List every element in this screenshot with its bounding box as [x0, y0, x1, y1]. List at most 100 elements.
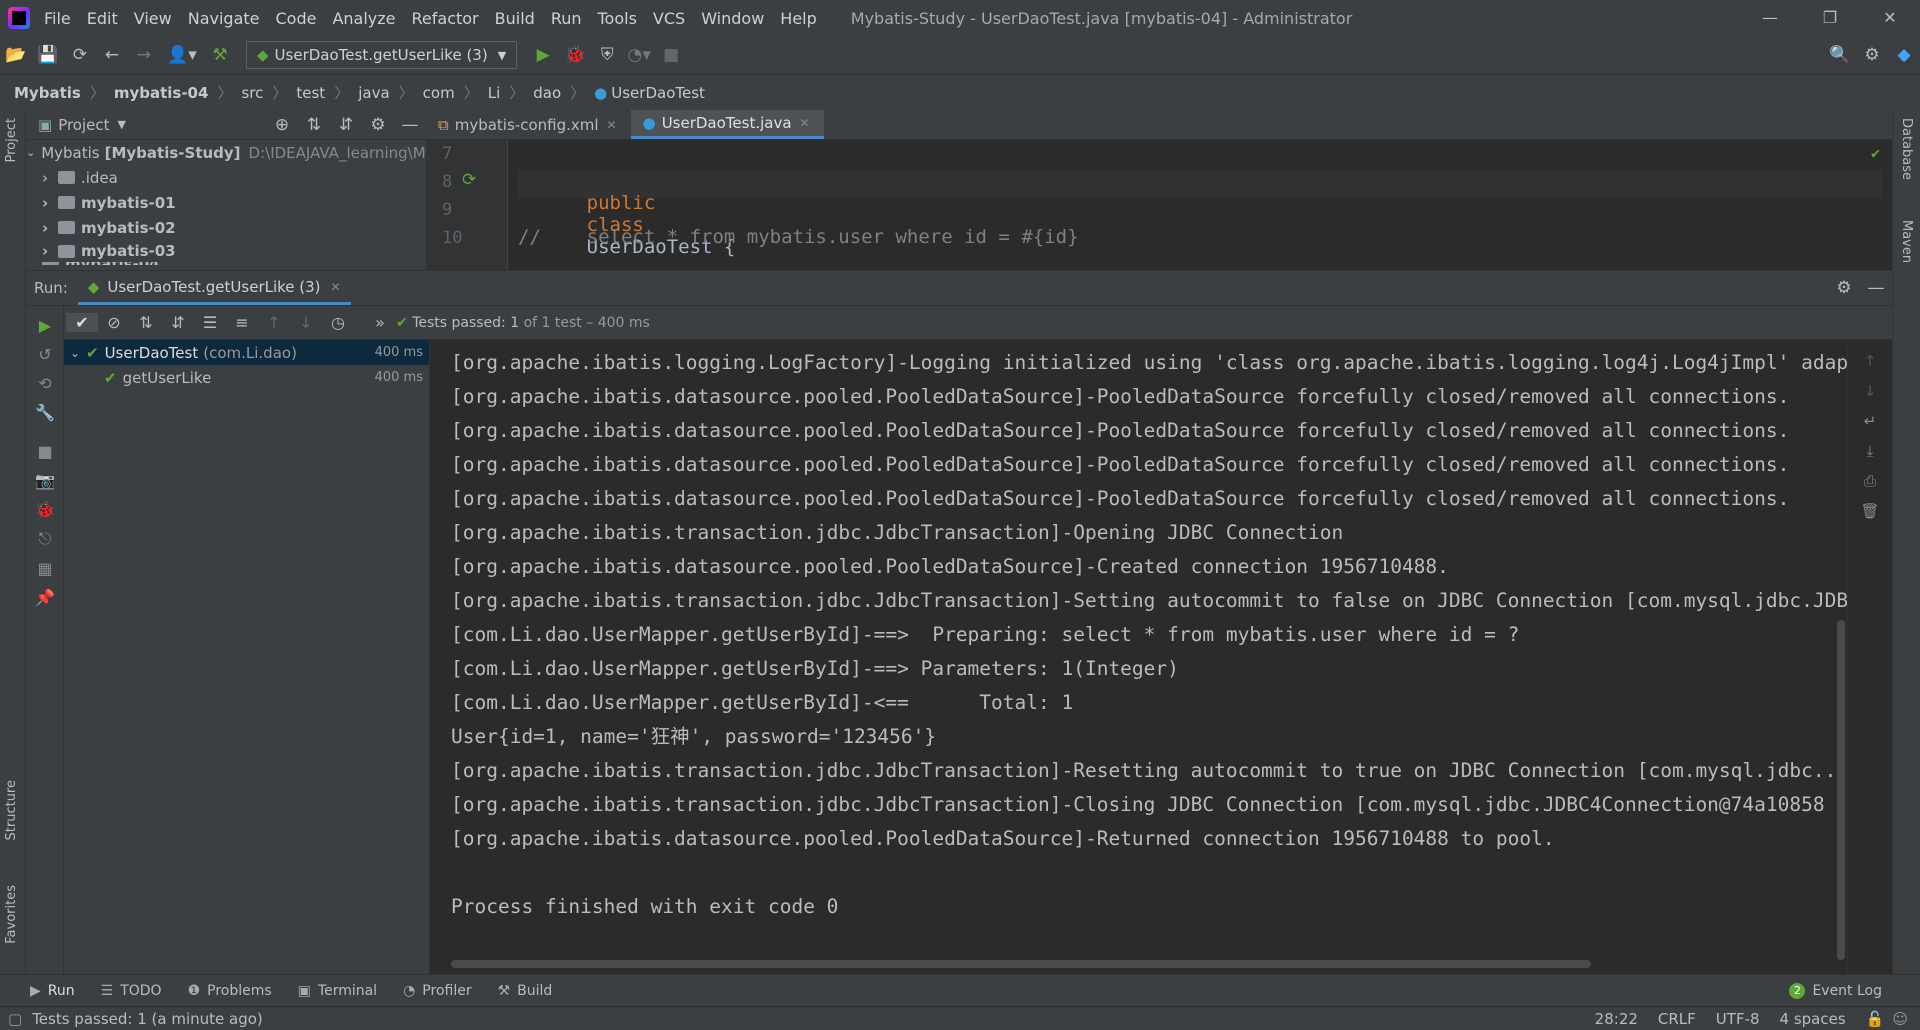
bottom-tab-build[interactable]: ⚒ Build [498, 983, 553, 999]
rerun-failed-icon[interactable]: ↺ [26, 345, 64, 364]
debug-icon[interactable]: 🐞 [26, 500, 64, 519]
restore-icon[interactable]: ❐ [1800, 0, 1860, 36]
next-test-icon[interactable]: ↓ [290, 313, 322, 332]
scroll-up-icon[interactable]: ↑ [1848, 352, 1892, 370]
tree-item-mybatis-04[interactable]: mybatis-04 [26, 262, 426, 265]
close-tab-icon[interactable]: ✕ [800, 116, 810, 130]
gear-icon[interactable]: ⚙ [362, 115, 394, 135]
save-icon[interactable]: 💾 [32, 45, 64, 65]
user-icon[interactable]: 👤▾ [160, 45, 204, 65]
breadcrumb-item[interactable]: java [358, 84, 389, 102]
lock-icon[interactable]: 🔓 [1866, 1010, 1885, 1028]
menu-build[interactable]: Build [495, 9, 535, 28]
expand-all-icon[interactable]: ☰ [194, 313, 226, 332]
project-tool-label[interactable]: Project [4, 118, 19, 162]
breadcrumb-item[interactable]: UserDaoTest [611, 84, 705, 102]
settings-gear-icon[interactable]: ⚙ [1856, 45, 1888, 65]
pin-icon[interactable]: 📌 [26, 588, 64, 607]
menu-view[interactable]: View [134, 9, 172, 28]
project-root-row[interactable]: ⌄ Mybatis [Mybatis-Study] D:\IDEAJAVA_le… [26, 140, 426, 165]
menu-navigate[interactable]: Navigate [188, 9, 260, 28]
scroll-down-icon[interactable]: ↓ [1848, 382, 1892, 400]
breadcrumb-item[interactable]: mybatis-04 [114, 84, 209, 102]
database-tool-label[interactable]: Database [1899, 118, 1914, 180]
scroll-to-end-icon[interactable]: ⤓ [1848, 442, 1892, 460]
show-ignored-icon[interactable]: ⊘ [98, 313, 130, 332]
layout-icon[interactable]: ▦ [26, 559, 64, 578]
soft-wrap-icon[interactable]: ↵ [1848, 412, 1892, 430]
indent-setting[interactable]: 4 spaces [1780, 1010, 1846, 1028]
sort-duration-icon[interactable]: ⇵ [162, 313, 194, 332]
print-icon[interactable]: ⎙ [1848, 472, 1892, 490]
close-icon[interactable]: ✕ [1860, 0, 1920, 36]
console-output[interactable]: [org.apache.ibatis.logging.LogFactory]-L… [431, 340, 1847, 974]
run-config-select[interactable]: ◆ UserDaoTest.getUserLike (3) ▼ [246, 41, 518, 69]
bottom-tab-profiler[interactable]: ◔ Profiler [403, 983, 472, 999]
run-tab[interactable]: ◆ UserDaoTest.getUserLike (3) ✕ [77, 271, 351, 305]
build-hammer-icon[interactable]: ⚒ [204, 45, 236, 65]
tab-user-dao-test[interactable]: ● UserDaoTest.java ✕ [630, 110, 824, 139]
toggle-auto-test-icon[interactable]: ⟲ [26, 374, 64, 393]
line-separator[interactable]: CRLF [1658, 1010, 1696, 1028]
breadcrumb-item[interactable]: com [423, 84, 455, 102]
breadcrumb-item[interactable]: Li [488, 84, 501, 102]
breadcrumb-item[interactable]: Mybatis [14, 84, 81, 102]
locate-icon[interactable]: ⊕ [266, 115, 298, 135]
forward-icon[interactable]: → [128, 45, 160, 65]
stop-icon[interactable]: ■ [26, 442, 64, 461]
coverage-icon[interactable]: ⛨ [591, 45, 623, 65]
wrench-icon[interactable]: 🔧 [26, 403, 64, 422]
clear-trash-icon[interactable]: 🗑 [1848, 502, 1892, 520]
sync-icon[interactable]: ⟳ [64, 45, 96, 65]
test-suite-row[interactable]: ⌄ ✔ UserDaoTest (com.Li.dao) 400 ms [64, 340, 429, 365]
toolbox-icon[interactable]: ◆ [1888, 45, 1920, 65]
menu-analyze[interactable]: Analyze [332, 9, 395, 28]
menu-code[interactable]: Code [276, 9, 317, 28]
hide-icon[interactable]: — [394, 115, 426, 135]
expand-all-icon[interactable]: ⇅ [298, 115, 330, 135]
status-message[interactable]: Tests passed: 1 (a minute ago) [32, 1010, 263, 1028]
menu-edit[interactable]: Edit [87, 9, 118, 28]
rerun-icon[interactable]: ▶ [26, 316, 64, 335]
tree-item-idea[interactable]: › .idea [26, 165, 426, 190]
stop-icon[interactable]: ■ [655, 45, 687, 65]
more-icon[interactable]: » [364, 313, 396, 332]
run-gutter-icon[interactable]: ⟳ [462, 170, 476, 190]
open-folder-icon[interactable]: 📂 [0, 45, 32, 65]
exit-icon[interactable]: ⎋ [26, 529, 64, 549]
file-encoding[interactable]: UTF-8 [1716, 1010, 1760, 1028]
event-log-button[interactable]: 2 Event Log [1789, 982, 1882, 999]
structure-tool-label[interactable]: Structure [4, 780, 19, 840]
breadcrumb-item[interactable]: dao [533, 84, 561, 102]
test-method-row[interactable]: ✔ getUserLike 400 ms [64, 365, 429, 390]
breadcrumb-item[interactable]: test [296, 84, 325, 102]
close-tab-icon[interactable]: ✕ [607, 118, 617, 132]
menu-vcs[interactable]: VCS [653, 9, 685, 28]
caret-position[interactable]: 28:22 [1595, 1010, 1638, 1028]
history-icon[interactable]: ◷ [322, 313, 354, 332]
back-icon[interactable]: ← [96, 45, 128, 65]
chevron-down-icon[interactable]: ▼ [118, 118, 126, 131]
collapse-all-icon[interactable]: ≡ [226, 313, 258, 332]
favorites-tool-label[interactable]: Favorites [4, 885, 19, 944]
minimize-icon[interactable]: — [1740, 0, 1800, 36]
horizontal-scrollbar[interactable] [451, 960, 1591, 968]
profile-icon[interactable]: ◔▾ [623, 45, 655, 65]
show-passed-icon[interactable]: ✔ [66, 313, 98, 332]
debug-icon[interactable]: 🐞 [559, 45, 591, 65]
run-icon[interactable]: ▶ [527, 45, 559, 65]
sort-alpha-icon[interactable]: ⇅ [130, 313, 162, 332]
bottom-tab-terminal[interactable]: ▣ Terminal [298, 983, 377, 999]
tree-item-mybatis-01[interactable]: › mybatis-01 [26, 190, 426, 215]
menu-run[interactable]: Run [551, 9, 582, 28]
previous-test-icon[interactable]: ↑ [258, 313, 290, 332]
menu-window[interactable]: Window [701, 9, 764, 28]
search-icon[interactable]: 🔍 [1824, 45, 1856, 65]
bottom-tab-run[interactable]: ▶ Run [30, 983, 75, 999]
vertical-scrollbar[interactable] [1837, 620, 1845, 960]
camera-icon[interactable]: 📷 [26, 471, 64, 490]
tree-item-mybatis-02[interactable]: › mybatis-02 [26, 215, 426, 240]
close-tab-icon[interactable]: ✕ [331, 280, 341, 294]
bottom-tab-todo[interactable]: ☰ TODO [101, 983, 162, 999]
hide-icon[interactable]: — [1860, 278, 1892, 298]
